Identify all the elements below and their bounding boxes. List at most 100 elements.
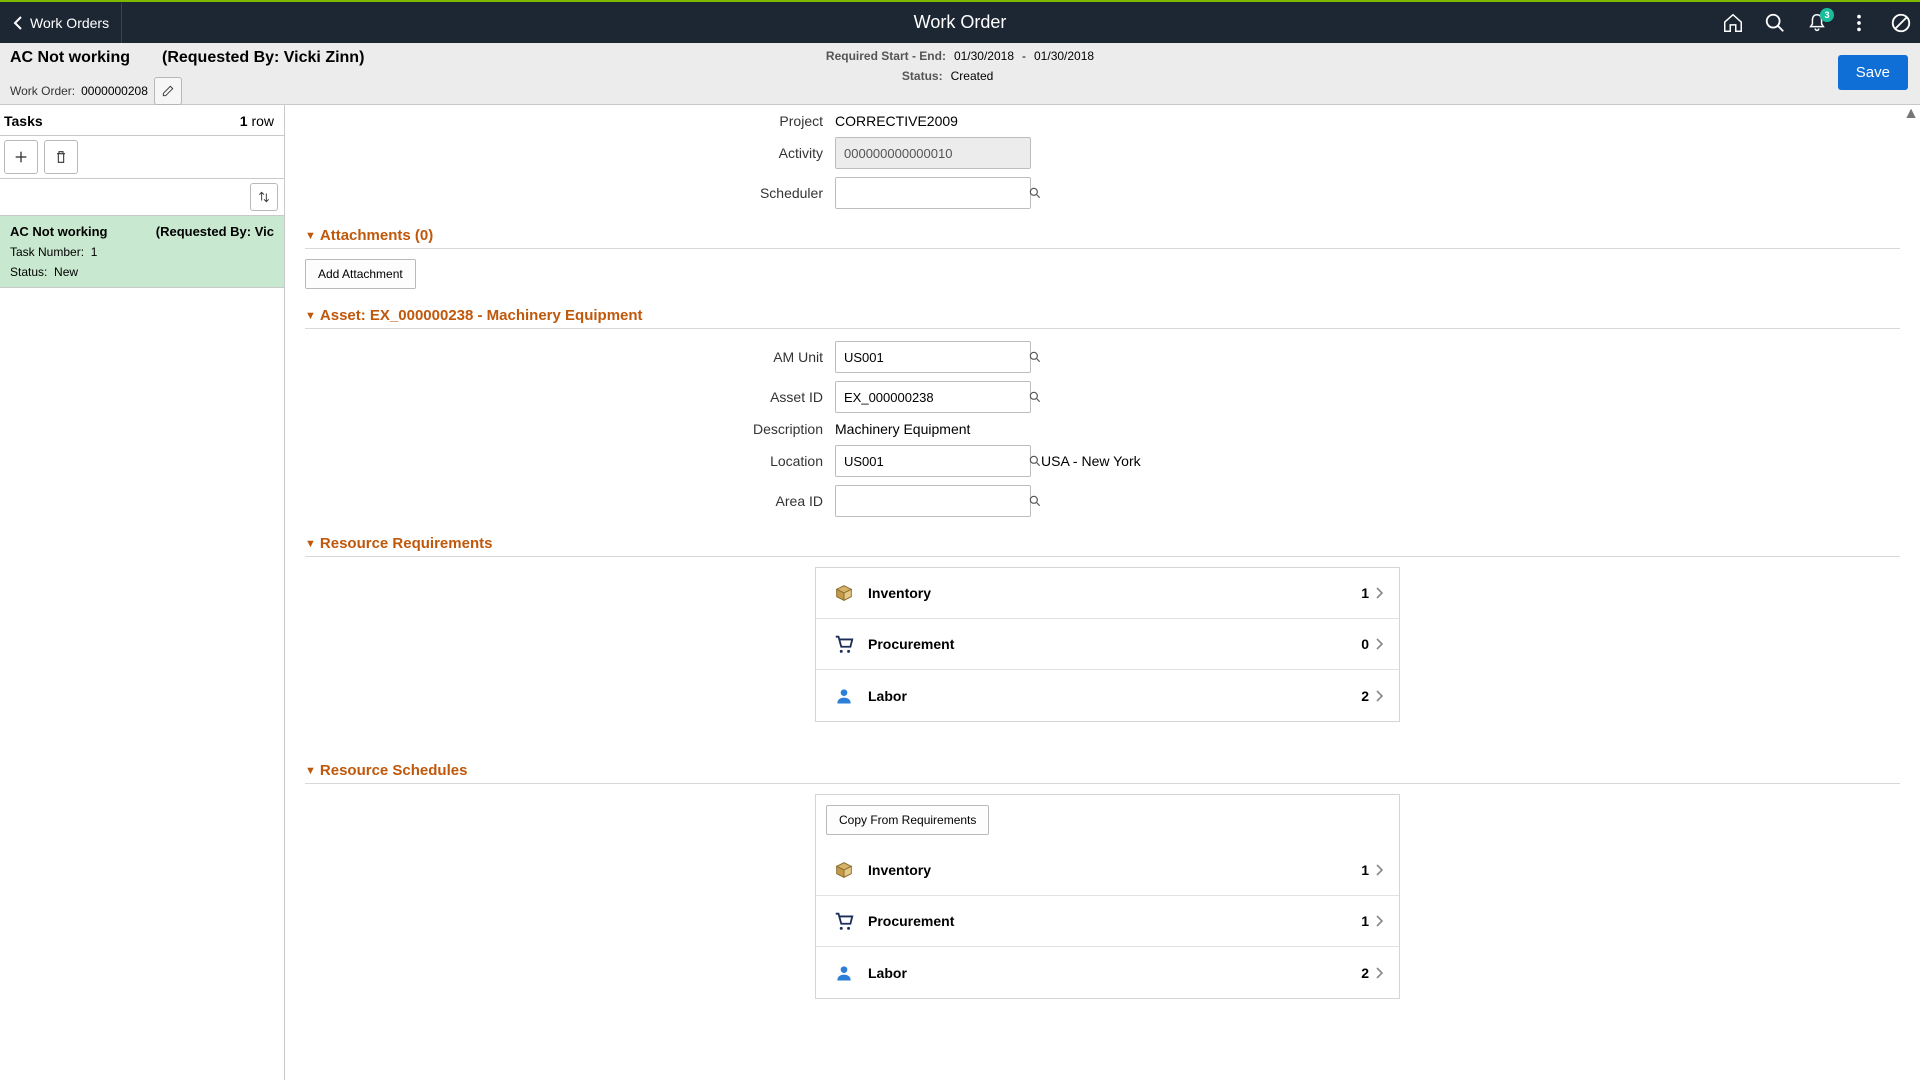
required-dates-label: Required Start - End: [826, 49, 946, 63]
scrollbar[interactable]: ▲ [1902, 105, 1920, 1080]
area-input[interactable] [836, 494, 1028, 509]
area-label: Area ID [305, 493, 835, 509]
sort-button[interactable] [250, 183, 278, 211]
copy-from-requirements-button[interactable]: Copy From Requirements [826, 805, 989, 835]
activity-field [835, 137, 1031, 169]
project-label: Project [305, 113, 835, 129]
resource-count: 0 [1361, 636, 1369, 652]
subheader-left: AC Not working (Requested By: Vicki Zinn… [10, 49, 364, 105]
chevron-right-icon [1375, 586, 1385, 600]
location-description: USA - New York [1041, 453, 1141, 469]
tasks-header: Tasks 1 row [0, 105, 284, 136]
assetid-search-button[interactable] [1028, 390, 1042, 404]
resource-label: Procurement [868, 913, 1361, 929]
assetid-lookup[interactable] [835, 381, 1031, 413]
resource-item-inventory[interactable]: Inventory1 [816, 568, 1399, 619]
resource-item-cart[interactable]: Procurement1 [816, 896, 1399, 947]
save-button[interactable]: Save [1838, 55, 1908, 90]
required-start: 01/30/2018 [954, 49, 1014, 63]
sort-row [0, 179, 284, 216]
collapse-icon: ▼ [305, 230, 316, 242]
home-icon [1722, 12, 1744, 34]
attachments-title: Attachments (0) [320, 227, 433, 244]
search-icon [1764, 12, 1786, 34]
scheduler-input[interactable] [836, 186, 1028, 201]
amunit-input[interactable] [836, 350, 1028, 365]
date-sep: - [1022, 49, 1026, 63]
resource-requirements-header[interactable]: ▼ Resource Requirements [305, 535, 1900, 557]
subheader: AC Not working (Requested By: Vicki Zinn… [0, 43, 1920, 105]
resource-item-person[interactable]: Labor2 [816, 947, 1399, 998]
delete-task-button[interactable] [44, 140, 78, 174]
tasks-count-num: 1 [240, 113, 248, 129]
task-number-label: Task Number: [10, 245, 84, 259]
notifications-button[interactable]: 3 [1806, 12, 1828, 34]
resource-count: 1 [1361, 585, 1369, 601]
attachments-section-header[interactable]: ▼ Attachments (0) [305, 227, 1900, 249]
amunit-search-button[interactable] [1028, 350, 1042, 364]
area-lookup[interactable] [835, 485, 1031, 517]
location-lookup[interactable] [835, 445, 1031, 477]
resource-schedules-title: Resource Schedules [320, 762, 468, 779]
page-title: Work Order [914, 12, 1007, 33]
inventory-icon [830, 859, 858, 881]
resource-count: 2 [1361, 965, 1369, 981]
asset-section-header[interactable]: ▼ Asset: EX_000000238 - Machinery Equipm… [305, 307, 1900, 329]
topbar-icons: 3 [1722, 2, 1920, 43]
resource-label: Inventory [868, 585, 1361, 601]
chevron-right-icon [1375, 863, 1385, 877]
scheduler-label: Scheduler [305, 185, 835, 201]
main-scroll[interactable]: Project CORRECTIVE2009 Activity Schedule… [285, 105, 1920, 1080]
resource-schedules-list: Copy From Requirements Inventory1Procure… [815, 794, 1400, 999]
tasks-count: 1 row [240, 113, 274, 129]
edit-icon [161, 84, 175, 98]
resource-count: 1 [1361, 862, 1369, 878]
resource-item-inventory[interactable]: Inventory1 [816, 845, 1399, 896]
resource-schedules-header[interactable]: ▼ Resource Schedules [305, 762, 1900, 784]
assetid-input[interactable] [836, 390, 1028, 405]
resource-label: Inventory [868, 862, 1361, 878]
search-icon [1028, 186, 1042, 200]
task-number-value: 1 [91, 245, 98, 259]
resource-label: Labor [868, 965, 1361, 981]
status-label: Status: [902, 69, 943, 83]
tasks-toolbar [0, 136, 284, 179]
chevron-left-icon [12, 15, 24, 31]
description-value: Machinery Equipment [835, 421, 970, 437]
resource-count: 1 [1361, 913, 1369, 929]
chevron-right-icon [1375, 966, 1385, 980]
resource-label: Procurement [868, 636, 1361, 652]
search-button[interactable] [1764, 12, 1786, 34]
add-task-button[interactable] [4, 140, 38, 174]
person-icon [830, 686, 858, 706]
back-button[interactable]: Work Orders [0, 3, 122, 43]
add-attachment-button[interactable]: Add Attachment [305, 259, 416, 289]
scheduler-lookup[interactable] [835, 177, 1031, 209]
content-area: Tasks 1 row AC Not working (Requested By… [0, 105, 1920, 1080]
edit-button[interactable] [154, 77, 182, 105]
more-actions-button[interactable] [1848, 12, 1870, 34]
status-value: Created [951, 69, 994, 83]
resource-requirements-title: Resource Requirements [320, 535, 493, 552]
cart-icon [830, 910, 858, 932]
scheduler-search-button[interactable] [1028, 186, 1042, 200]
location-search-button[interactable] [1028, 454, 1042, 468]
scroll-up-arrow[interactable]: ▲ [1902, 105, 1920, 123]
subheader-center: Required Start - End: 01/30/2018 - 01/30… [826, 49, 1094, 83]
collapse-icon: ▼ [305, 310, 316, 322]
area-search-button[interactable] [1028, 494, 1042, 508]
asset-title: Asset: EX_000000238 - Machinery Equipmen… [320, 307, 643, 324]
location-input[interactable] [836, 454, 1028, 469]
plus-icon [13, 149, 29, 165]
task-status-label: Status: [10, 265, 47, 279]
more-vertical-icon [1848, 12, 1870, 34]
resource-item-person[interactable]: Labor2 [816, 670, 1399, 721]
home-button[interactable] [1722, 12, 1744, 34]
resource-item-cart[interactable]: Procurement0 [816, 619, 1399, 670]
app-topbar: Work Orders Work Order 3 [0, 0, 1920, 43]
task-item[interactable]: AC Not working (Requested By: Vic Task N… [0, 216, 284, 288]
required-end: 01/30/2018 [1034, 49, 1094, 63]
back-label: Work Orders [30, 15, 109, 31]
unavailable-button[interactable] [1890, 12, 1912, 34]
amunit-lookup[interactable] [835, 341, 1031, 373]
